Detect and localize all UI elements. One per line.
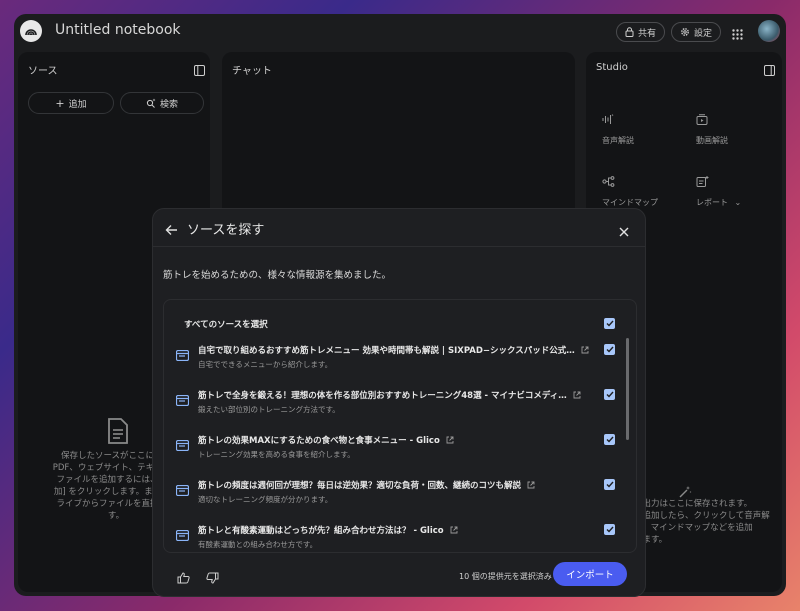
search-sparkle-icon (146, 98, 156, 108)
add-source-button[interactable]: + 追加 (28, 92, 114, 114)
settings-label: 設定 (694, 28, 713, 39)
dialog-footer: 10 個の提供元を選択済み インポート (153, 554, 645, 596)
source-checkbox[interactable] (604, 389, 615, 400)
web-source-icon (175, 346, 190, 365)
plus-icon: + (55, 96, 65, 110)
source-title-text: 筋トレと有酸素運動はどっちが先？組み合わせ方法は？ - Glico (198, 526, 444, 536)
studio-audio-label: 音声解説 (602, 136, 634, 145)
list-scrollbar[interactable] (626, 338, 629, 440)
dialog-title: ソースを探す (187, 223, 265, 238)
video-icon (696, 114, 708, 125)
audio-waveform-icon (602, 114, 614, 124)
source-row: 自宅で取り組めるおすすめ筋トレメニュー 効果や時間帯も解説 | SIXPAD−シ… (164, 340, 636, 384)
thumbs-up-icon[interactable] (177, 569, 190, 588)
source-row: 筋トレと有酸素運動はどっちが先？組み合わせ方法は？ - Glico 有酸素運動と… (164, 520, 636, 552)
web-source-icon (175, 481, 190, 500)
web-source-icon (175, 391, 190, 410)
source-title[interactable]: 筋トレと有酸素運動はどっちが先？組み合わせ方法は？ - Glico (198, 524, 458, 536)
source-title-text: 筋トレの効果MAXにするための食べ物と食事メニュー - Glico (198, 436, 440, 446)
source-row: 筋トレの効果MAXにするための食べ物と食事メニュー - Glico トレーニング… (164, 430, 636, 474)
lock-icon (625, 27, 634, 37)
web-source-icon (175, 436, 190, 455)
import-button[interactable]: インポート (553, 562, 627, 586)
share-label: 共有 (638, 28, 657, 39)
add-source-label: 追加 (68, 99, 87, 110)
source-subtitle: トレーニング効果を高める食事を紹介します。 (198, 450, 355, 459)
external-link-icon[interactable] (450, 526, 458, 534)
studio-mind-map-label: マインドマップ (602, 198, 658, 207)
source-title-text: 筋トレの頻度は週何回が理想？毎日は逆効果？適切な負荷・回数、継続のコツも解説 (198, 481, 522, 491)
external-link-icon[interactable] (581, 346, 589, 354)
source-title-text: 自宅で取り組めるおすすめ筋トレメニュー 効果や時間帯も解説 | SIXPAD−シ… (198, 346, 575, 356)
source-checkbox[interactable] (604, 524, 615, 535)
notebook-title[interactable]: Untitled notebook (55, 22, 181, 38)
source-title[interactable]: 筋トレの頻度は週何回が理想？毎日は逆効果？適切な負荷・回数、継続のコツも解説 (198, 479, 535, 491)
check-icon (606, 481, 614, 488)
document-icon (107, 418, 129, 448)
studio-empty-text: の出力はここに保存されます。 を追加したら、クリックして音声解 ド、マインドマッ… (634, 499, 770, 545)
close-icon[interactable] (619, 222, 629, 241)
chevron-down-icon[interactable]: ⌄ (735, 198, 742, 207)
chat-panel-title: チャット (232, 66, 272, 77)
external-link-icon[interactable] (527, 481, 535, 489)
chat-panel: チャット (222, 52, 575, 222)
dialog-description: 筋トレを始めるための、様々な情報源を集めました。 (163, 270, 392, 281)
source-title[interactable]: 筋トレの効果MAXにするための食べ物と食事メニュー - Glico (198, 434, 454, 446)
search-source-label: 検索 (159, 99, 178, 110)
source-row: 筋トレで全身を鍛える！理想の体を作る部位別おすすめトレーニング48選 - マイナ… (164, 385, 636, 429)
collapse-panel-icon[interactable] (194, 61, 205, 80)
search-source-button[interactable]: 検索 (120, 92, 204, 114)
check-icon (606, 346, 614, 353)
selected-count: 10 個の提供元を選択済み (459, 572, 552, 581)
check-icon (606, 391, 614, 398)
check-icon (606, 526, 614, 533)
select-all-checkbox[interactable] (604, 318, 615, 329)
studio-report[interactable]: レポート ⌄ (696, 176, 741, 208)
web-source-icon (175, 526, 190, 545)
check-icon (606, 320, 614, 327)
source-title[interactable]: 筋トレで全身を鍛える！理想の体を作る部位別おすすめトレーニング48選 - マイナ… (198, 389, 581, 401)
report-icon (696, 176, 709, 187)
apps-grid-icon[interactable] (732, 25, 743, 44)
source-subtitle: 鍛えたい部位別のトレーニング方法です。 (198, 405, 340, 414)
studio-report-label: レポート (696, 198, 728, 207)
thumbs-down-icon[interactable] (206, 569, 219, 588)
dialog-header: ソースを探す (153, 209, 645, 247)
source-title[interactable]: 自宅で取り組めるおすすめ筋トレメニュー 効果や時間帯も解説 | SIXPAD−シ… (198, 344, 589, 356)
back-arrow-icon[interactable] (165, 221, 178, 240)
collapse-studio-icon[interactable] (764, 61, 775, 80)
discover-sources-dialog: ソースを探す 筋トレを始めるための、様々な情報源を集めました。 すべてのソースを… (152, 208, 646, 597)
mind-map-icon (602, 176, 615, 187)
studio-audio-overview[interactable]: 音声解説 (602, 114, 634, 146)
source-checkbox[interactable] (604, 479, 615, 490)
external-link-icon[interactable] (446, 436, 454, 444)
source-subtitle: 適切なトレーニング頻度が分かります。 (198, 495, 333, 504)
notebooklm-logo-icon[interactable] (20, 20, 42, 42)
gear-icon (681, 28, 689, 36)
top-bar: Untitled notebook 共有 設定 (14, 14, 786, 50)
source-row: 筋トレの頻度は週何回が理想？毎日は逆効果？適切な負荷・回数、継続のコツも解説 適… (164, 475, 636, 519)
source-checkbox[interactable] (604, 344, 615, 355)
source-title-text: 筋トレで全身を鍛える！理想の体を作る部位別おすすめトレーニング48選 - マイナ… (198, 391, 567, 401)
source-subtitle: 自宅でできるメニューから紹介します。 (198, 360, 333, 369)
source-checkbox[interactable] (604, 434, 615, 445)
studio-mind-map[interactable]: マインドマップ (602, 176, 658, 208)
studio-video-overview[interactable]: 動画解説 (696, 114, 728, 146)
sources-panel-title: ソース (28, 66, 58, 77)
share-button[interactable]: 共有 (616, 22, 666, 42)
settings-button[interactable]: 設定 (671, 22, 722, 42)
external-link-icon[interactable] (573, 391, 581, 399)
studio-video-label: 動画解説 (696, 136, 728, 145)
source-list: すべてのソースを選択 自宅で取り組めるおすすめ筋トレメニュー 効果や時間帯も解説… (163, 299, 637, 553)
avatar[interactable] (758, 20, 780, 42)
source-subtitle: 有酸素運動との組み合わせ方です。 (198, 540, 318, 549)
check-icon (606, 436, 614, 443)
studio-panel-title: Studio (596, 62, 628, 73)
select-all-label: すべてのソースを選択 (184, 320, 268, 330)
